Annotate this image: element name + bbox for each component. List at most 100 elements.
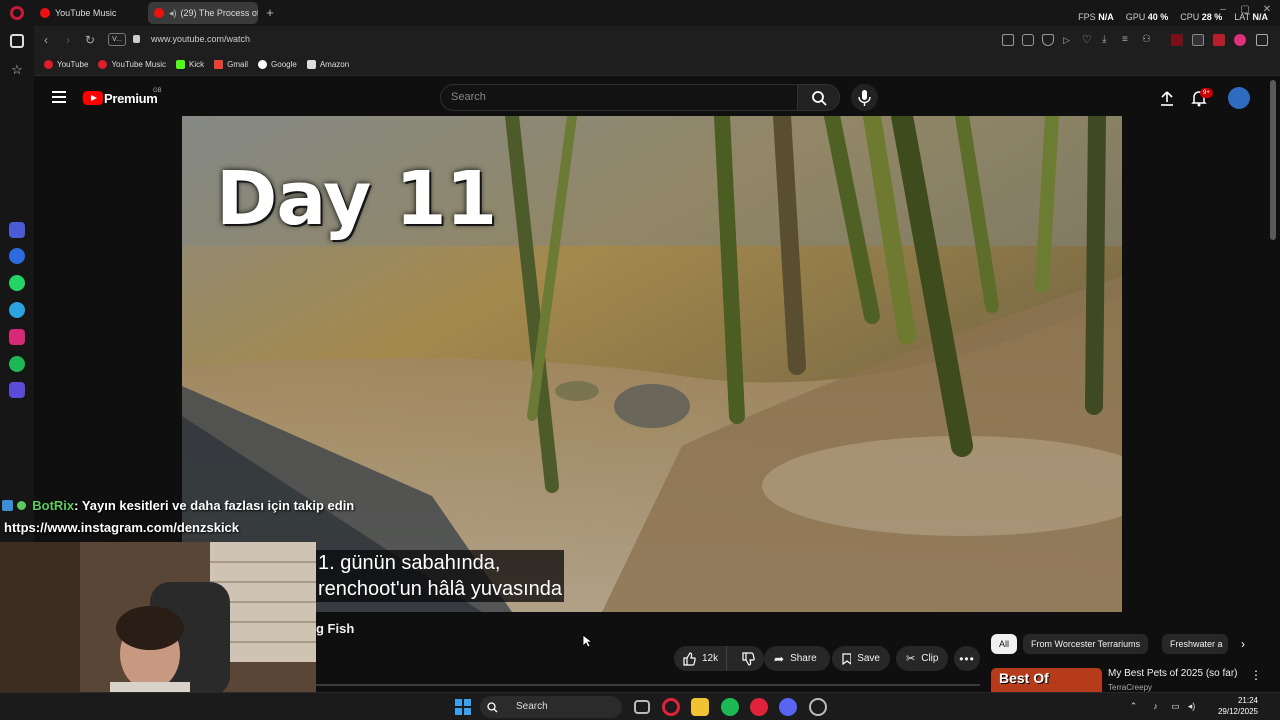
file-explorer-icon[interactable] — [691, 698, 709, 716]
thumbs-up-icon — [683, 651, 696, 666]
aria-icon[interactable] — [9, 222, 25, 238]
bookmark-gmail[interactable]: Gmail — [214, 60, 248, 69]
save-label: Save — [857, 653, 880, 664]
instagram-icon[interactable] — [9, 329, 25, 345]
account-avatar[interactable] — [1228, 87, 1250, 109]
share-button[interactable]: ➦ Share — [764, 646, 830, 671]
tab-active-video[interactable]: ◂) (29) The Process of M... — [148, 2, 258, 24]
opera-gx-icon[interactable] — [662, 698, 680, 716]
clip-button[interactable]: ✂ Clip — [896, 646, 948, 671]
heart-icon[interactable]: ♡ — [1082, 34, 1094, 46]
lock-icon[interactable] — [133, 35, 140, 43]
subtitle-line-1: 1. günün sabahında, — [318, 552, 501, 574]
youtube-favicon-icon — [154, 8, 164, 18]
opera-logo-icon[interactable] — [10, 6, 24, 20]
extension-red-icon[interactable] — [1171, 34, 1183, 46]
extension-grid-icon[interactable] — [1213, 34, 1225, 46]
fps-stat: FPS N/A — [1078, 12, 1114, 22]
more-actions-button[interactable]: ••• — [954, 646, 980, 671]
chat-message: : Yayın kesitleri ve daha fazlası için t… — [74, 498, 355, 513]
tab-label: (29) The Process of M... — [180, 8, 258, 18]
extension-pink-icon[interactable] — [1234, 34, 1246, 46]
recommendation-title[interactable]: My Best Pets of 2025 (so far) — [1108, 668, 1238, 679]
description-divider — [316, 684, 980, 686]
dislike-button[interactable] — [733, 646, 764, 671]
task-view-icon[interactable] — [634, 700, 650, 714]
spotify-icon[interactable] — [9, 356, 25, 372]
extension-dark-icon[interactable] — [1192, 34, 1204, 46]
create-upload-button[interactable] — [1158, 89, 1176, 107]
like-count: 12k — [702, 653, 719, 664]
mic-tray-icon[interactable]: ♪ — [1150, 701, 1161, 712]
camera-icon[interactable] — [1022, 34, 1034, 46]
search-input[interactable]: Search — [440, 84, 798, 111]
stream-chat-overlay: BotRix: Yayın kesitleri ve daha fazlası … — [2, 498, 354, 513]
play-icon[interactable]: ▷ — [1063, 34, 1075, 46]
volume-icon[interactable]: ◂) — [1186, 701, 1197, 712]
discord-icon[interactable] — [779, 698, 797, 716]
recommendation-channel[interactable]: TerraCreepy — [1108, 683, 1152, 692]
whatsapp-icon[interactable] — [9, 275, 25, 291]
like-button[interactable]: 12k — [674, 646, 727, 671]
save-button[interactable]: Save — [832, 646, 890, 671]
chevron-right-icon[interactable]: › — [1236, 637, 1250, 651]
google-icon — [258, 60, 268, 69]
bookmark-icon — [842, 652, 852, 665]
voice-search-button[interactable] — [851, 84, 878, 111]
opera-taskbar-icon[interactable] — [750, 698, 768, 716]
messenger-icon[interactable] — [9, 248, 25, 264]
clock-date: 29/12/2025 — [1217, 707, 1258, 716]
menu-icon[interactable]: ≡ — [1122, 34, 1134, 46]
bookmark-kick[interactable]: Kick — [176, 60, 204, 69]
forward-button[interactable]: › — [61, 33, 75, 47]
network-icon[interactable]: ▭ — [1170, 701, 1181, 712]
windows-start-icon[interactable] — [455, 699, 471, 715]
hamburger-menu-icon[interactable] — [52, 91, 66, 103]
microphone-icon — [858, 90, 871, 106]
maximize-button[interactable]: ▢ — [1238, 4, 1252, 16]
player-icon[interactable] — [9, 382, 25, 398]
gpu-stat: GPU 40 % — [1125, 12, 1169, 22]
close-button[interactable]: ✕ — [1260, 4, 1274, 16]
telegram-icon[interactable] — [9, 302, 25, 318]
new-tab-button[interactable]: + — [263, 6, 277, 20]
youtube-logo-icon[interactable] — [83, 91, 103, 105]
reload-button[interactable]: ↻ — [83, 33, 97, 47]
bookmark-youtube-music[interactable]: YouTube Music — [98, 60, 166, 69]
notification-count-badge: 9+ — [1200, 88, 1213, 98]
subtitle-line-2: renchoot'un hâlâ yuvasında — [318, 578, 562, 600]
edit-icon[interactable] — [1002, 34, 1014, 46]
extensions-box-icon[interactable] — [1256, 34, 1268, 46]
download-icon[interactable]: ⤓ — [1102, 34, 1114, 46]
share-icon: ➦ — [774, 651, 785, 666]
tab-youtube-music[interactable]: YouTube Music — [34, 2, 144, 24]
country-code: GB — [153, 88, 162, 94]
star-icon[interactable]: ☆ — [9, 62, 25, 78]
recommendation-menu-icon[interactable]: ⋮ — [1250, 668, 1262, 682]
system-clock[interactable]: 21:24 29/12/2025 — [1208, 695, 1258, 717]
search-icon — [812, 91, 827, 106]
chip-from-worcester-terrariums[interactable]: From Worcester Terrariums — [1023, 634, 1149, 654]
search-button[interactable] — [798, 84, 840, 111]
bookmark-youtube[interactable]: YouTube — [44, 60, 88, 69]
video-player[interactable]: Day 11 — [182, 116, 1122, 612]
mouse-cursor-icon — [582, 634, 592, 648]
site-badge[interactable]: V... — [108, 33, 126, 46]
chip-freshwater[interactable]: Freshwater a — [1162, 634, 1228, 654]
url-field[interactable]: www.youtube.com/watch — [151, 34, 250, 44]
profile-icon[interactable]: ⚇ — [1142, 34, 1154, 46]
taskbar-search[interactable]: Search — [480, 696, 622, 718]
chevron-up-icon[interactable]: ⌃ — [1128, 701, 1139, 712]
bookmark-amazon[interactable]: Amazon — [306, 60, 349, 69]
minimize-button[interactable]: – — [1216, 4, 1230, 16]
spotify-taskbar-icon[interactable] — [721, 698, 739, 716]
page-scrollbar[interactable] — [1270, 80, 1276, 240]
chip-all[interactable]: All — [991, 634, 1018, 654]
bookmark-google[interactable]: Google — [258, 60, 297, 69]
back-button[interactable]: ‹ — [39, 33, 53, 47]
shield-icon[interactable] — [1042, 34, 1054, 46]
steam-icon[interactable] — [809, 698, 827, 716]
youtube-premium-logo[interactable]: Premium — [104, 91, 158, 106]
home-icon[interactable] — [10, 34, 24, 48]
chat-username: BotRix — [32, 498, 75, 513]
